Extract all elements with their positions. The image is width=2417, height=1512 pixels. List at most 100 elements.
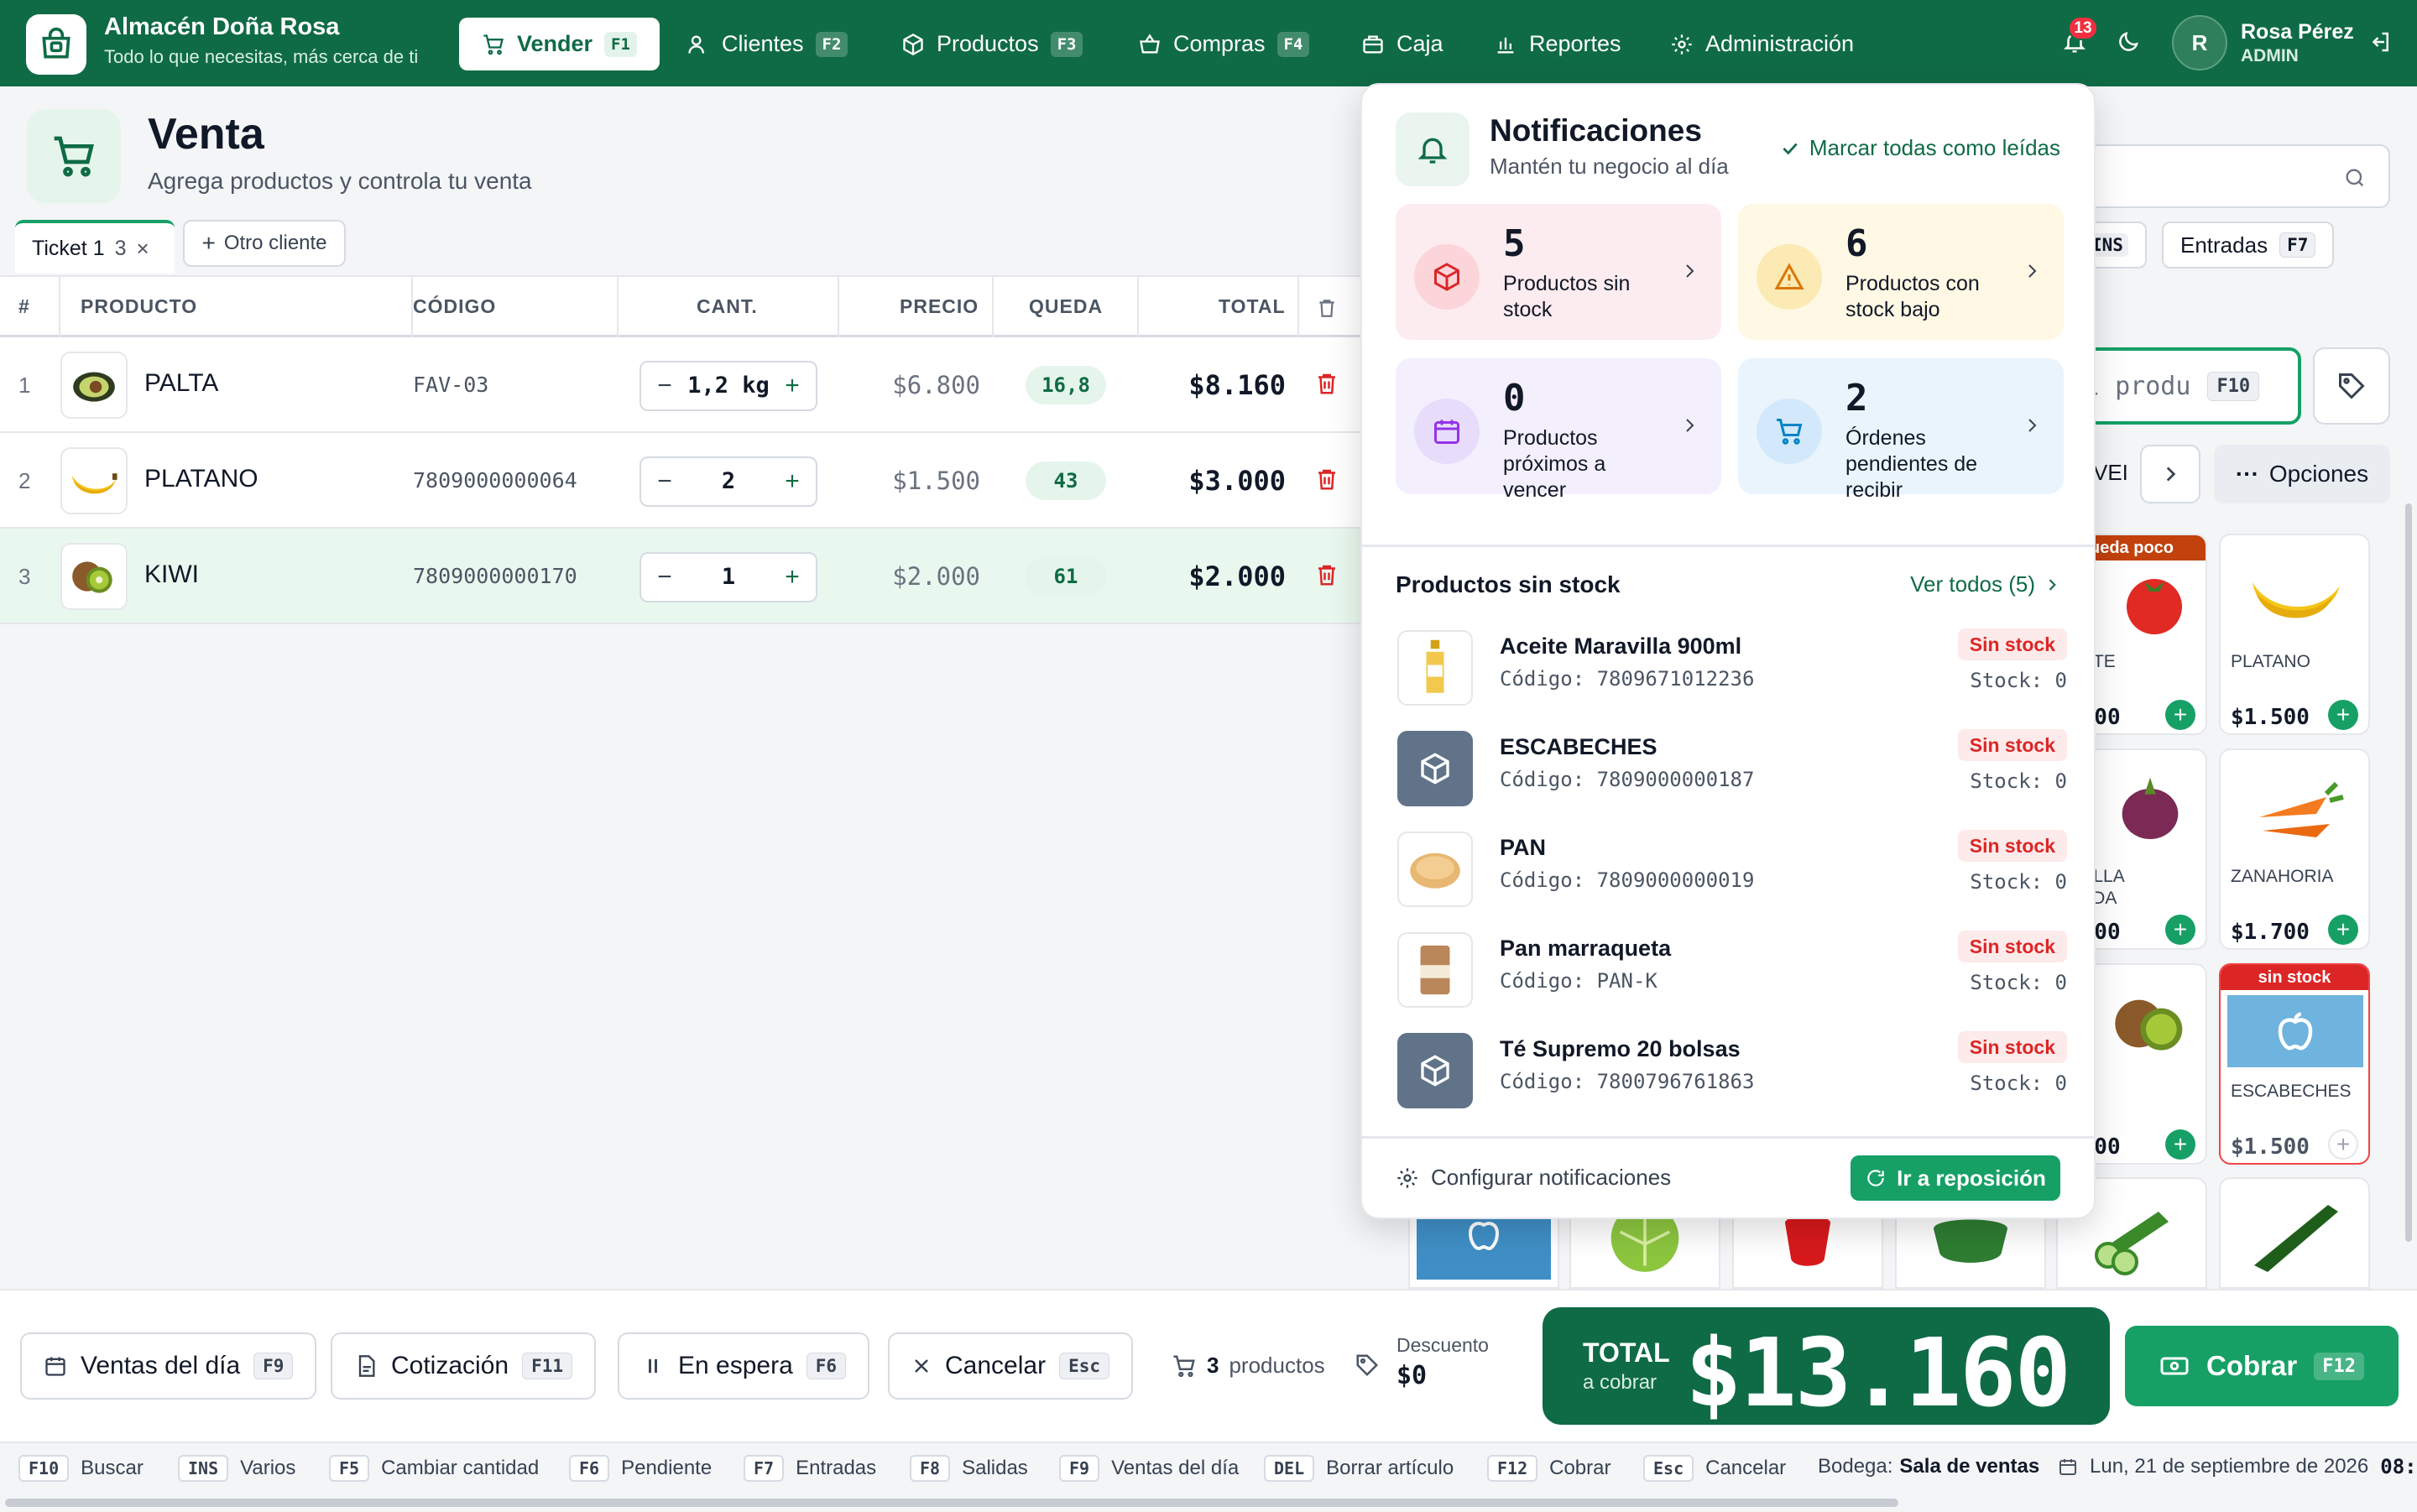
- quantity-stepper[interactable]: − 2 +: [639, 456, 817, 507]
- trash-all-icon[interactable]: [1316, 297, 1338, 319]
- nav-compras[interactable]: Compras F4: [1130, 18, 1318, 70]
- product-card-price: $1.500: [2231, 705, 2310, 730]
- catalog-scrollbar[interactable]: [2405, 503, 2412, 1242]
- product-card[interactable]: [2219, 1177, 2370, 1289]
- kiwi-image: [2115, 999, 2183, 1051]
- tomato-image: [2127, 579, 2182, 634]
- cucumber-image: [2095, 1211, 2169, 1275]
- logout-icon[interactable]: [2362, 23, 2399, 60]
- store-tagline: Todo lo que necesitas, más cerca de ti: [104, 46, 419, 67]
- zucchini-image: [2254, 1204, 2338, 1272]
- pause-icon: [649, 1358, 657, 1374]
- discount-value[interactable]: $0: [1396, 1361, 1427, 1390]
- user-name: Rosa Pérez: [2241, 20, 2354, 44]
- list-item[interactable]: Té Supremo 20 bolsas Código: 78007967618…: [1396, 1025, 2067, 1108]
- nav-label: Vender: [517, 31, 593, 56]
- product-card[interactable]: ZANAHORIA $1.700 +: [2219, 748, 2370, 950]
- chevron-right-icon: [1686, 419, 1694, 432]
- avatar[interactable]: R: [2172, 15, 2227, 70]
- pending-orders-card[interactable]: 2 Órdenes pendientes de recibir: [1738, 358, 2064, 502]
- nav-caja[interactable]: Caja: [1353, 18, 1452, 70]
- status-badge: Sin stock: [1957, 1031, 2067, 1063]
- quantity-value[interactable]: 2: [683, 468, 774, 494]
- add-to-cart-button[interactable]: +: [2165, 700, 2195, 730]
- see-all-link[interactable]: Ver todos (5): [1910, 571, 2060, 597]
- entradas-button[interactable]: Entradas F7: [2162, 222, 2335, 269]
- quantity-value[interactable]: 1,2 kg: [683, 373, 774, 399]
- on-hold-button[interactable]: En espera F6: [618, 1332, 870, 1400]
- add-to-cart-button[interactable]: +: [2165, 915, 2195, 945]
- cart-icon: [1173, 1355, 1195, 1377]
- trash-icon[interactable]: [1314, 371, 1339, 396]
- warehouse-status: Bodega: Sala de ventas: [1818, 1455, 2040, 1478]
- list-item[interactable]: Aceite Maravilla 900ml Código: 780967101…: [1396, 622, 2067, 706]
- list-item[interactable]: ESCABECHES Código: 7809000000187 Sin sto…: [1396, 722, 2067, 806]
- trash-icon[interactable]: [1314, 562, 1339, 587]
- increase-button[interactable]: +: [775, 465, 809, 498]
- go-to-reposition-button[interactable]: Ir a reposición: [1851, 1155, 2060, 1201]
- nav-reportes[interactable]: Reportes: [1485, 18, 1630, 70]
- configure-notifications-link[interactable]: Configurar notificaciones: [1396, 1165, 1671, 1191]
- shortcut-item: F12 Cobrar: [1487, 1455, 1610, 1482]
- nav-productos[interactable]: Productos F3: [893, 18, 1091, 70]
- category-tab-partial[interactable]: VEI: [2093, 460, 2128, 486]
- add-to-cart-button[interactable]: +: [2328, 700, 2358, 730]
- other-client-label: Otro cliente: [223, 232, 327, 254]
- moon-icon[interactable]: [2110, 23, 2147, 60]
- tag-button[interactable]: [2313, 347, 2390, 425]
- mark-all-read-button[interactable]: Marcar todas como leídas: [1779, 135, 2060, 161]
- no-stock-card[interactable]: 5 Productos sin stock: [1396, 204, 1721, 340]
- add-other-client-button[interactable]: + Otro cliente: [183, 220, 346, 267]
- store-logo-icon: [26, 14, 86, 75]
- nav-administracion[interactable]: Administración: [1662, 18, 1862, 70]
- decrease-button[interactable]: −: [648, 465, 681, 498]
- total-box: TOTAL a cobrar $13.160: [1543, 1307, 2110, 1428]
- status-badge: Sin stock: [1957, 830, 2067, 862]
- item-code: Código: 7809000000187: [1500, 768, 1755, 791]
- product-card[interactable]: sin stock ESCABECHES $1.500 +: [2219, 963, 2370, 1165]
- bell-icon: [1396, 112, 1470, 186]
- nav-label: Caja: [1396, 31, 1443, 56]
- low-stock-card[interactable]: 6 Productos con stock bajo: [1738, 204, 2064, 340]
- col-code: CÓDIGO: [413, 295, 497, 317]
- cancel-button[interactable]: Cancelar Esc: [888, 1332, 1133, 1400]
- horizontal-scrollbar[interactable]: [5, 1499, 1898, 1507]
- quantity-value[interactable]: 1: [683, 564, 774, 590]
- catalog-search-input[interactable]: [2048, 144, 2390, 208]
- increase-button[interactable]: +: [775, 560, 809, 594]
- add-to-cart-button[interactable]: +: [2165, 1129, 2195, 1160]
- close-icon: [915, 1359, 928, 1373]
- table-row[interactable]: 2 PLATANO 7809000000064 − 2 + $1.500 43 …: [0, 433, 1363, 529]
- row-number: 3: [18, 564, 31, 589]
- product-card-name: ESCABECHES: [2231, 1082, 2352, 1101]
- table-row[interactable]: 1 PALTA FAV-03 − 1,2 kg + $6.800 16,8 $8…: [0, 337, 1363, 433]
- close-icon[interactable]: ×: [137, 236, 149, 262]
- sales-of-day-button[interactable]: Ventas del día F9: [20, 1332, 317, 1400]
- nav-clientes[interactable]: Clientes F2: [678, 18, 856, 70]
- trash-icon[interactable]: [1314, 467, 1339, 492]
- add-to-cart-button[interactable]: +: [2328, 915, 2358, 945]
- expiring-card[interactable]: 0 Productos próximos a vencer: [1396, 358, 1721, 502]
- col-number: #: [18, 295, 30, 317]
- nav-label: Administración: [1705, 31, 1855, 56]
- increase-button[interactable]: +: [775, 369, 809, 403]
- decrease-button[interactable]: −: [648, 369, 681, 403]
- list-item[interactable]: PAN Código: 7809000000019 Sin stock Stoc…: [1396, 823, 2067, 907]
- quote-button[interactable]: Cotización F11: [331, 1332, 597, 1400]
- options-button[interactable]: ··· Opciones: [2214, 445, 2390, 503]
- item-code: Código: 7809000000019: [1500, 868, 1755, 892]
- tab-ticket-1[interactable]: Ticket 1 3 ×: [15, 220, 175, 274]
- product-card[interactable]: PLATANO $1.500 +: [2219, 534, 2370, 735]
- list-item[interactable]: Pan marraqueta Código: PAN-K Sin stock S…: [1396, 924, 2067, 1008]
- charge-button[interactable]: Cobrar F12: [2125, 1326, 2399, 1406]
- table-row[interactable]: 3 KIWI 7809000000170 − 1 + $2.000 61 $2.…: [0, 529, 1363, 624]
- shortcut-item: DEL Borrar artículo: [1264, 1455, 1454, 1482]
- decrease-button[interactable]: −: [648, 560, 681, 594]
- apple-placeholder-icon: [2227, 995, 2363, 1067]
- out-of-stock-ribbon: sin stock: [2221, 965, 2368, 990]
- quantity-stepper[interactable]: − 1 +: [639, 552, 817, 602]
- nav-vender[interactable]: Vender F1: [459, 18, 660, 70]
- entradas-key: F7: [2279, 232, 2316, 258]
- quantity-stepper[interactable]: − 1,2 kg +: [639, 361, 817, 411]
- category-next-button[interactable]: [2140, 445, 2200, 503]
